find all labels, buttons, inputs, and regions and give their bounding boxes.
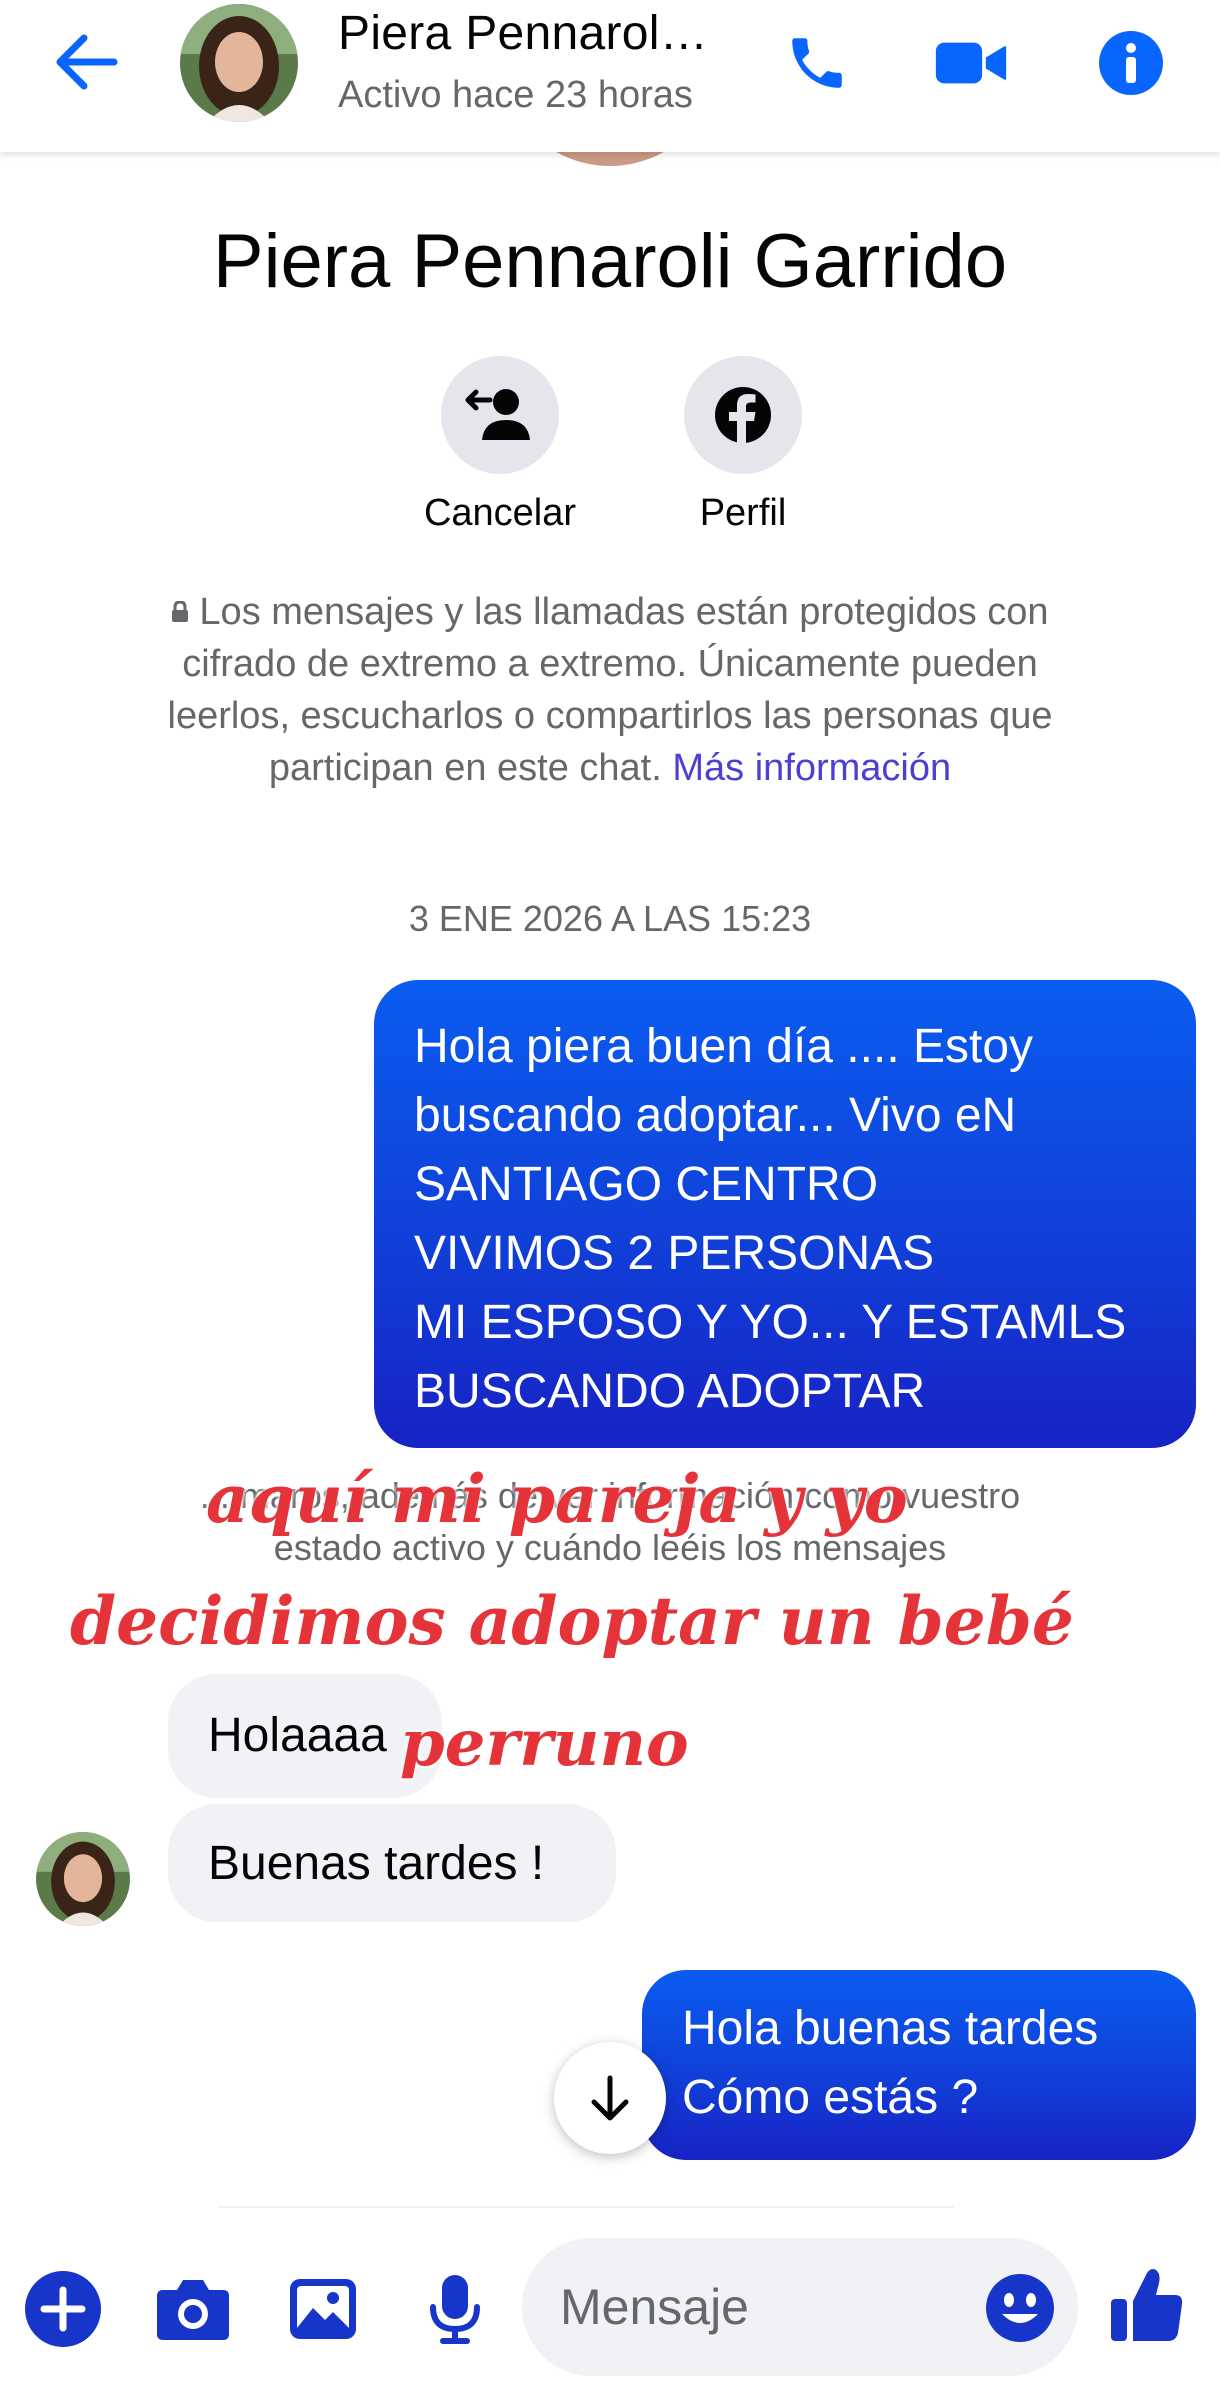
video-camera-icon [935, 42, 1007, 84]
overlay-caption-line2: decidimos adoptar un bebé [70, 1582, 1074, 1660]
arrow-down-icon [591, 2075, 629, 2121]
like-button[interactable] [1104, 2262, 1190, 2348]
contact-name[interactable]: Piera Pennarol… [338, 6, 708, 61]
lock-icon [172, 601, 189, 622]
camera-icon [157, 2280, 229, 2340]
info-button[interactable] [1094, 26, 1168, 100]
chat-header: Piera Pennarol… Activo hace 23 horas [0, 0, 1220, 152]
overlay-caption-line1: aquí mi pareja y yo [206, 1460, 908, 1538]
overlay-caption-line3: perruno [400, 1706, 689, 1781]
more-actions-button[interactable] [22, 2268, 104, 2350]
outgoing-message[interactable]: Hola buenas tardes Cómo estás ? [642, 1970, 1196, 2160]
plus-circle-icon [25, 2271, 101, 2347]
message-field[interactable] [522, 2238, 1078, 2376]
microphone-icon [430, 2275, 480, 2344]
cancel-request-button[interactable]: Cancelar [400, 356, 600, 535]
back-button[interactable] [52, 30, 122, 94]
active-status: Activo hace 23 horas [338, 74, 693, 116]
divider [218, 2206, 954, 2208]
cancel-label: Cancelar [423, 492, 577, 534]
contact-avatar[interactable] [180, 4, 298, 122]
image-icon [290, 2279, 356, 2339]
profile-name: Piera Pennaroli Garrido [212, 219, 1008, 304]
view-profile-button[interactable]: Perfil [643, 356, 843, 535]
gallery-button[interactable] [282, 2268, 364, 2350]
phone-icon [792, 38, 842, 88]
message-input[interactable] [560, 2238, 960, 2376]
arrow-left-icon [56, 34, 118, 90]
encryption-notice: Los mensajes y las llamadas están proteg… [160, 586, 1060, 794]
person-remove-icon [465, 389, 530, 440]
sender-avatar [36, 1832, 130, 1926]
message-timestamp: 3 ENE 2026 A LAS 15:23 [408, 898, 812, 939]
scroll-to-bottom-button[interactable] [554, 2042, 666, 2154]
incoming-message[interactable]: Buenas tardes ! [168, 1804, 616, 1922]
emoji-icon [986, 2274, 1054, 2342]
outgoing-message[interactable]: Hola piera buen día .... Estoy buscando … [374, 980, 1196, 1448]
video-call-button[interactable] [934, 26, 1008, 100]
camera-button[interactable] [152, 2268, 234, 2350]
voice-call-button[interactable] [780, 26, 854, 100]
emoji-button[interactable] [984, 2272, 1056, 2344]
facebook-icon [715, 387, 771, 444]
profile-label: Perfil [699, 492, 787, 534]
voice-message-button[interactable] [414, 2268, 496, 2350]
info-icon [1099, 31, 1163, 95]
thumbs-up-icon [1111, 2269, 1183, 2341]
more-info-link[interactable]: Más información [672, 747, 951, 789]
